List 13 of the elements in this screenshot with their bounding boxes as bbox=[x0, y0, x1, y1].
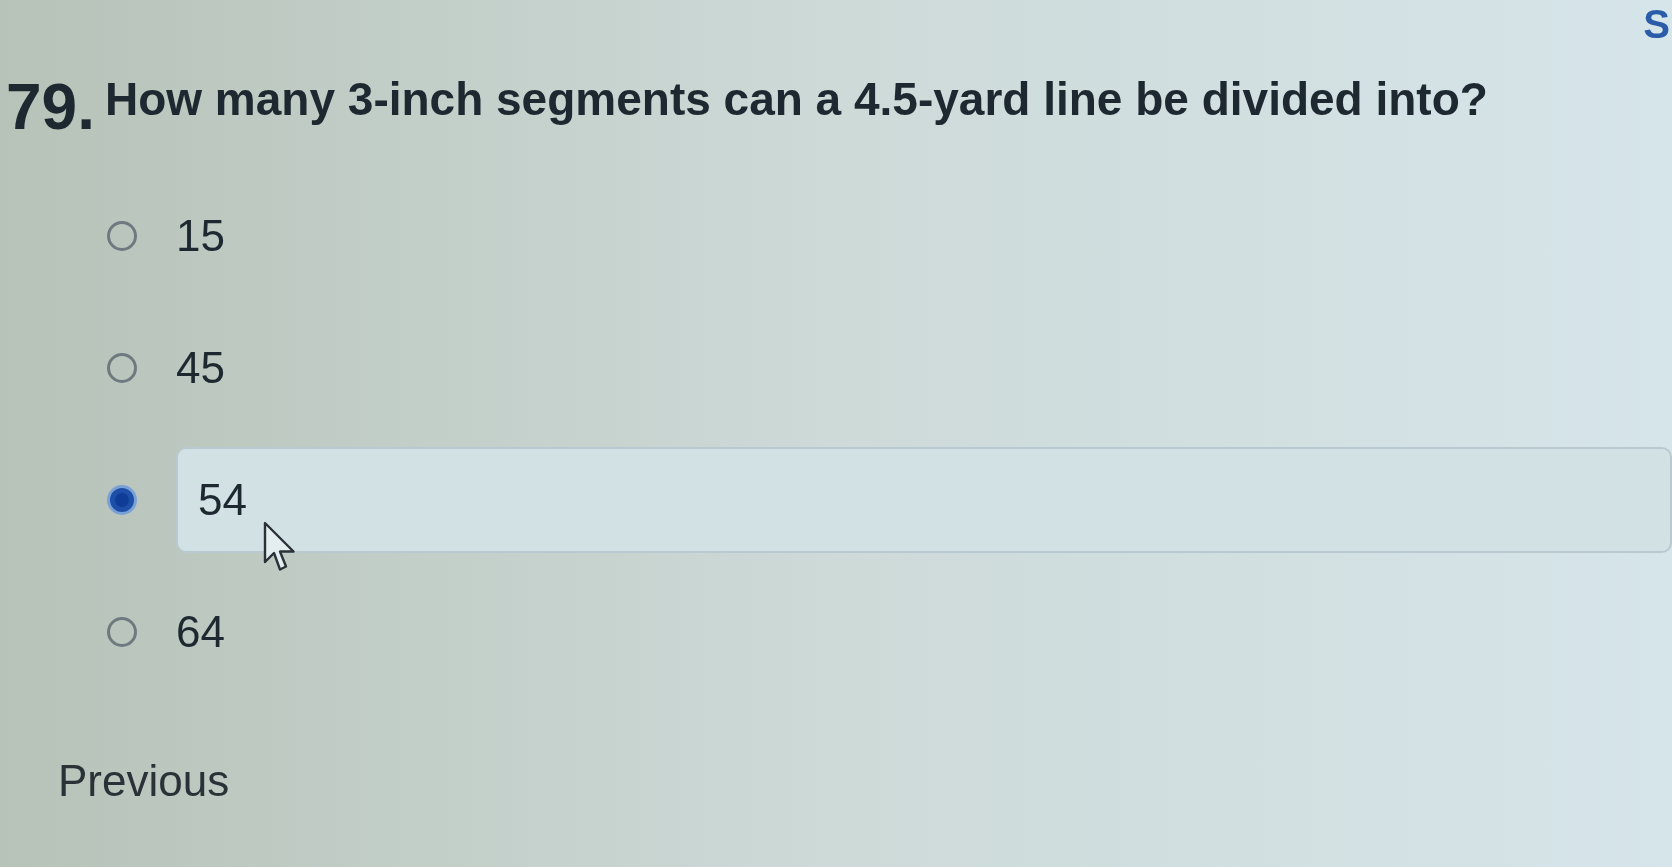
mouse-pointer-icon bbox=[262, 520, 298, 574]
question-text: How many 3-inch segments can a 4.5-yard line be divided into? bbox=[104, 72, 1488, 126]
partial-heading-text: S bbox=[1643, 1, 1670, 48]
radio-button[interactable] bbox=[107, 221, 137, 251]
radio-button[interactable] bbox=[107, 485, 137, 515]
answer-option[interactable]: 45 bbox=[176, 343, 225, 393]
question-number: 79. bbox=[6, 74, 95, 140]
previous-link[interactable]: Previous bbox=[58, 756, 230, 805]
radio-button[interactable] bbox=[107, 617, 137, 647]
answer-option[interactable]: 54 bbox=[176, 447, 1672, 553]
radio-button[interactable] bbox=[107, 353, 137, 383]
answer-option[interactable]: 64 bbox=[176, 607, 225, 657]
answer-option[interactable]: 15 bbox=[176, 211, 225, 261]
